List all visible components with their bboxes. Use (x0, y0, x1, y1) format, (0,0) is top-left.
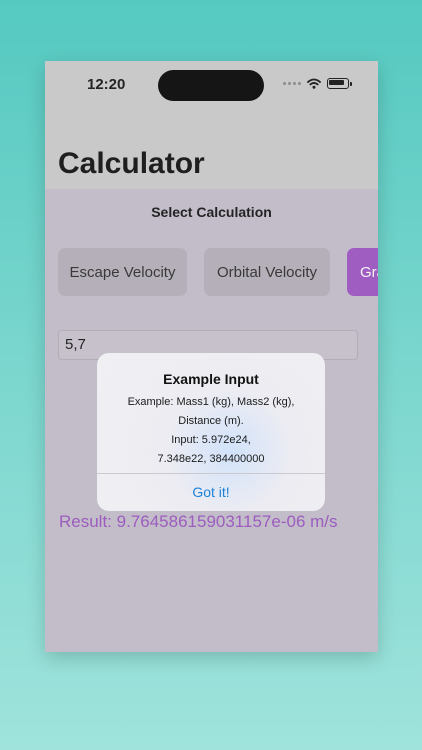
alert-message-line: 7.348e22, 384400000 (157, 453, 265, 465)
alert-message-line: Distance (m). (178, 415, 244, 427)
phone-screen: 12:20 Calculator Select Calculation Esca… (45, 61, 378, 652)
got-it-button[interactable]: Got it! (97, 474, 325, 511)
alert-message-line: Input: 5.972e24, (171, 434, 251, 446)
alert-message-line: Example: Mass1 (kg), Mass2 (kg), (127, 396, 295, 408)
example-input-alert: Example Input Example: Mass1 (kg), Mass2… (97, 353, 325, 511)
alert-title: Example Input (163, 371, 259, 387)
alert-message: Example: Mass1 (kg), Mass2 (kg), Distanc… (97, 393, 325, 469)
